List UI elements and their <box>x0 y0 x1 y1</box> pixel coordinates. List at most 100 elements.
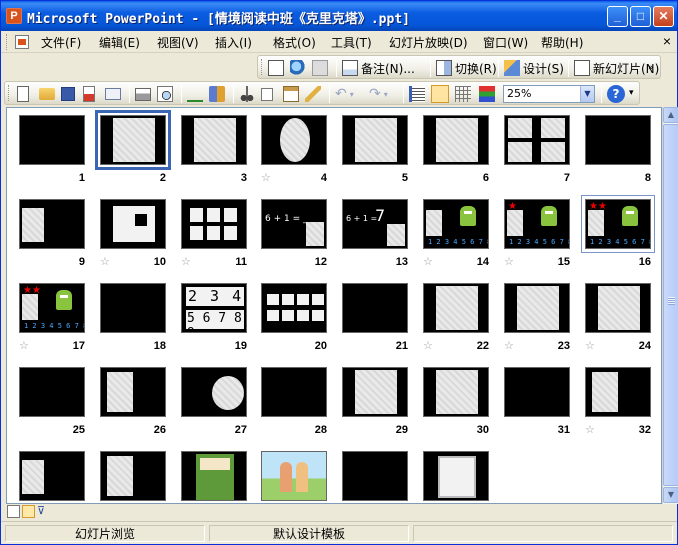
menu-help[interactable]: 帮助(H) <box>541 34 583 51</box>
slide-thumbnail[interactable] <box>504 283 570 333</box>
slide-thumbnail[interactable] <box>181 451 247 501</box>
email-button[interactable] <box>105 85 121 103</box>
hide-slide-button[interactable] <box>312 59 328 77</box>
title-bar[interactable]: P Microsoft PowerPoint - [情境阅读中班《克里克塔》.p… <box>1 1 677 31</box>
print-button[interactable] <box>135 85 151 103</box>
normal-view-icon[interactable] <box>7 505 20 518</box>
redo-dropdown-icon[interactable]: ▾ <box>384 90 388 99</box>
help-button[interactable]: ? <box>607 85 625 103</box>
undo-dropdown-icon[interactable]: ▾ <box>350 90 354 99</box>
menu-tools[interactable]: 工具(T) <box>331 34 372 51</box>
slide-thumbnail[interactable] <box>19 367 85 417</box>
menu-insert[interactable]: 插入(I) <box>215 34 252 51</box>
slide-thumbnail[interactable] <box>423 283 489 333</box>
permission-button[interactable] <box>83 85 95 103</box>
slide-thumbnail[interactable]: 6 + 1 = __ <box>261 199 327 249</box>
scroll-down-icon[interactable]: ▼ <box>663 487 678 503</box>
animation-star-icon[interactable]: ☆ <box>585 423 595 436</box>
slide-thumbnail[interactable] <box>504 115 570 165</box>
open-button[interactable] <box>39 85 55 103</box>
paste-button[interactable] <box>283 85 299 103</box>
slide-thumbnail[interactable]: 1 2 3 4 5 6 7 8 ★ <box>504 199 570 249</box>
design-button[interactable]: 设计(S) <box>504 59 564 77</box>
animation-star-icon[interactable]: ☆ <box>100 255 110 268</box>
menu-format[interactable]: 格式(O) <box>273 34 316 51</box>
slide-thumbnail[interactable] <box>100 199 166 249</box>
slide-thumbnail[interactable] <box>100 451 166 501</box>
save-button[interactable] <box>61 85 75 103</box>
spelling-button[interactable] <box>187 85 203 103</box>
slide-thumbnail[interactable] <box>342 367 408 417</box>
slide-thumbnail[interactable] <box>342 451 408 501</box>
zoom-dropdown-arrow-icon[interactable]: ▼ <box>580 86 594 102</box>
new-slide-button[interactable]: 新幻灯片(N) <box>574 59 659 77</box>
close-document-button[interactable]: × <box>663 33 671 49</box>
slide-thumbnail[interactable] <box>423 367 489 417</box>
slide-thumbnail[interactable] <box>95 110 171 170</box>
color-grayscale-button[interactable] <box>479 85 495 103</box>
slide-thumbnail[interactable] <box>181 199 247 249</box>
slide-thumbnail[interactable] <box>261 115 327 165</box>
animation-star-icon[interactable]: ☆ <box>585 339 595 352</box>
slide-thumbnail[interactable] <box>585 283 651 333</box>
slide-thumbnail[interactable] <box>19 115 85 165</box>
slide-thumbnail[interactable] <box>181 115 247 165</box>
show-formatting-button[interactable] <box>431 85 449 103</box>
undo-button[interactable]: ↶ ▾ <box>335 85 354 103</box>
menu-view[interactable]: 视图(V) <box>157 34 199 51</box>
animation-star-icon[interactable]: ☆ <box>423 339 433 352</box>
expand-all-button[interactable] <box>409 85 425 103</box>
slide-thumbnail[interactable]: 1 2 3 4 5 6 7 8 <box>423 199 489 249</box>
menu-window[interactable]: 窗口(W) <box>483 34 528 51</box>
slide-thumbnail[interactable]: 2 3 4 5 6 7 8 9 <box>181 283 247 333</box>
slide-thumbnail[interactable]: 6 + 1 = 7 <box>342 199 408 249</box>
format-painter-button[interactable] <box>305 85 321 103</box>
copy-button[interactable] <box>261 85 273 103</box>
close-button[interactable]: ✕ <box>653 6 674 27</box>
slide-thumbnail[interactable] <box>261 451 327 501</box>
slide-thumbnail[interactable] <box>181 367 247 417</box>
slide-thumbnail[interactable]: 1 2 3 4 5 6 7 8 ★ ★ <box>581 195 655 253</box>
summary-slide-button[interactable] <box>268 59 284 77</box>
toolbar-grip[interactable] <box>8 85 11 101</box>
print-preview-button[interactable] <box>157 85 173 103</box>
menu-file[interactable]: 文件(F) <box>41 34 81 51</box>
cut-button[interactable] <box>239 85 255 103</box>
animation-star-icon[interactable]: ☆ <box>504 255 514 268</box>
animation-star-icon[interactable]: ☆ <box>504 339 514 352</box>
animation-star-icon[interactable]: ☆ <box>423 255 433 268</box>
document-icon[interactable] <box>15 35 29 49</box>
slide-thumbnail[interactable] <box>19 451 85 501</box>
slide-sorter-view-icon[interactable] <box>22 505 35 518</box>
slide-show-view-icon[interactable]: ⊽ <box>37 505 50 518</box>
animation-star-icon[interactable]: ☆ <box>261 171 271 184</box>
transition-button[interactable]: 切换(R) <box>436 59 497 77</box>
slide-thumbnail[interactable] <box>423 451 489 501</box>
animation-star-icon[interactable]: ☆ <box>181 255 191 268</box>
slide-thumbnail[interactable] <box>261 367 327 417</box>
menu-slideshow[interactable]: 幻灯片放映(D) <box>389 34 468 51</box>
slide-thumbnail[interactable] <box>342 283 408 333</box>
scroll-thumb[interactable] <box>663 124 678 486</box>
powerpoint-app-icon[interactable]: P <box>6 8 22 24</box>
slide-thumbnail[interactable] <box>100 367 166 417</box>
vertical-scrollbar[interactable]: ▲ ▼ <box>662 107 678 504</box>
toolbar-options-chevron-icon[interactable]: » <box>648 59 654 77</box>
notes-button[interactable]: 备注(N)... <box>342 59 415 77</box>
slide-thumbnail[interactable] <box>585 367 651 417</box>
slide-thumbnail[interactable] <box>261 283 327 333</box>
slide-thumbnail[interactable] <box>100 283 166 333</box>
slide-thumbnail[interactable] <box>423 115 489 165</box>
menu-grip[interactable] <box>6 34 9 50</box>
slide-thumbnail[interactable] <box>342 115 408 165</box>
new-button[interactable] <box>17 85 29 103</box>
redo-button[interactable]: ↷ ▾ <box>369 85 388 103</box>
toolbar-grip[interactable] <box>261 59 264 75</box>
maximize-button[interactable]: □ <box>630 6 651 27</box>
slide-thumbnail[interactable] <box>19 199 85 249</box>
zoom-dropdown[interactable]: 25% ▼ <box>503 85 595 103</box>
slide-show-button[interactable] <box>290 59 306 77</box>
scroll-up-icon[interactable]: ▲ <box>663 107 678 123</box>
research-button[interactable] <box>209 85 225 103</box>
slide-thumbnail[interactable] <box>585 115 651 165</box>
